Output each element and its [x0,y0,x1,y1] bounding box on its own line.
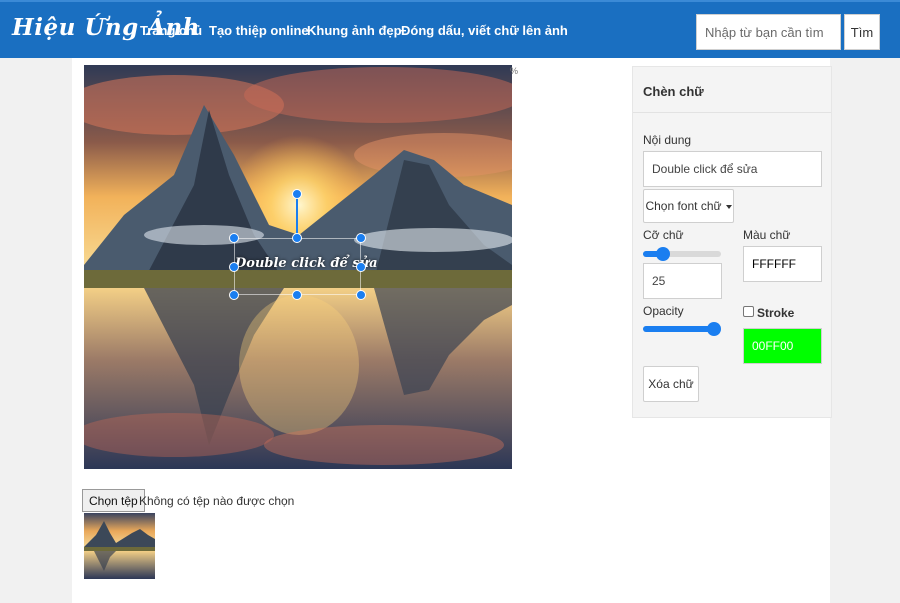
rotate-line [296,196,298,238]
search-input[interactable] [696,14,841,50]
opacity-slider-thumb[interactable] [707,322,721,336]
stroke-label: Stroke [757,306,795,320]
image-thumbnail[interactable] [84,513,155,579]
choose-file-button[interactable]: Chọn tệp [82,489,145,512]
nav-link-greeting-card[interactable]: Tạo thiệp online [209,23,309,38]
text-color-value: FFFFFF [752,257,796,271]
file-status: Không có tệp nào được chọn [139,494,295,508]
search-button[interactable]: Tìm [844,14,880,50]
resize-handle-top-right[interactable] [356,233,366,243]
nav-link-photo-frame[interactable]: Khung ảnh đẹp [307,23,402,38]
content-label: Nội dung [643,133,692,147]
font-size-label: Cỡ chữ [643,228,684,242]
delete-text-button[interactable]: Xóa chữ [643,366,699,402]
font-size-slider[interactable] [643,247,721,261]
opacity-label: Opacity [643,304,684,318]
corner-mark: % [510,66,519,76]
nav-link-watermark[interactable]: Đóng dấu, viết chữ lên ảnh [401,23,568,38]
content-input[interactable] [643,151,822,187]
opacity-slider-fill [643,326,714,332]
navbar: Hiệu Ứng Ảnh Trang chủ Tạo thiệp online … [0,0,900,58]
font-size-slider-thumb[interactable] [656,247,670,261]
stroke-color-value: 00FF00 [752,339,794,353]
nav-link-home[interactable]: Trang chủ [140,23,202,38]
text-color-label: Màu chữ [743,228,791,242]
stroke-color-picker[interactable]: 00FF00 [743,328,822,364]
resize-handle-top[interactable] [292,233,302,243]
text-overlay-box[interactable]: Double click để sửa [234,238,378,295]
font-dropdown-label: Chọn font chữ [645,199,722,213]
text-color-picker[interactable]: FFFFFF [743,246,822,282]
opacity-slider[interactable] [643,322,721,336]
font-size-input[interactable] [643,263,722,299]
font-dropdown-button[interactable]: Chọn font chữ [643,189,734,223]
resize-handle-left[interactable] [229,262,239,272]
rotate-handle[interactable] [292,189,302,199]
resize-handle-bottom[interactable] [292,290,302,300]
overlay-text[interactable]: Double click để sửa [235,256,378,271]
panel-divider [633,112,831,113]
stroke-checkbox[interactable] [743,306,754,317]
resize-handle-top-left[interactable] [229,233,239,243]
resize-handle-right[interactable] [356,262,366,272]
thumbnail-image [84,513,155,579]
resize-handle-bottom-right[interactable] [356,290,366,300]
panel-title: Chèn chữ [643,84,704,99]
resize-handle-bottom-left[interactable] [229,290,239,300]
caret-down-icon [725,204,732,209]
